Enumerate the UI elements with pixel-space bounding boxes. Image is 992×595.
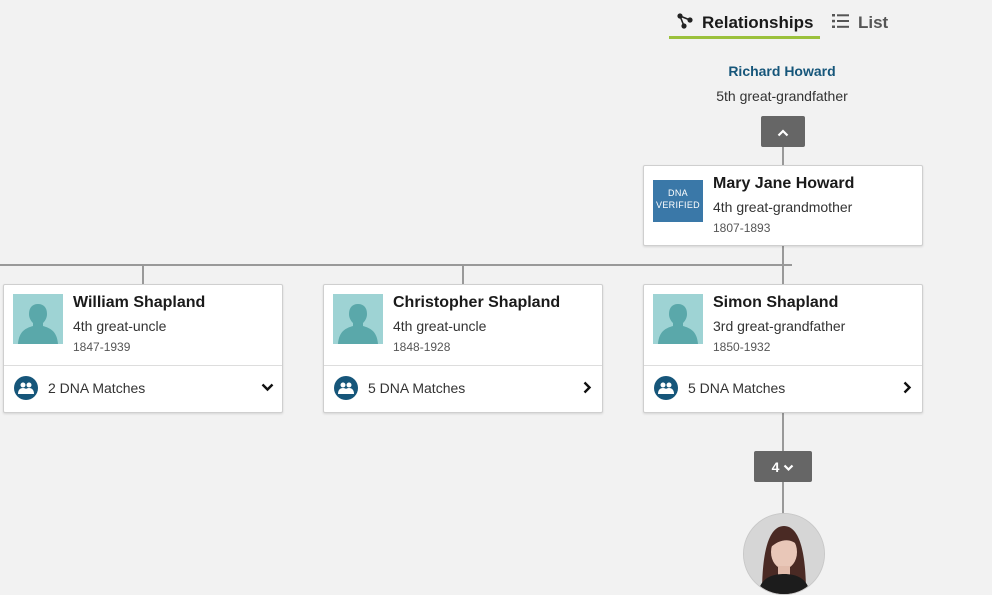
dna-matches-label: 5 DNA Matches [368,380,466,396]
silhouette-photo-icon [653,294,703,344]
person-name: Christopher Shapland [393,294,561,311]
person-card-mary-jane-howard[interactable]: DNA VERIFIED Mary Jane Howard 4th great-… [643,165,923,246]
active-tab-indicator [669,36,820,39]
home-person-avatar[interactable] [743,513,825,595]
ancestor-relationship: 5th great-grandfather [716,88,848,104]
dna-verified-badge: DNA VERIFIED [653,180,703,222]
tab-list[interactable]: List [832,8,888,38]
person-relationship: 4th great-grandmother [713,199,853,215]
person-relationship: 4th great-uncle [73,318,167,334]
connector-line [0,264,792,266]
card-main[interactable]: Christopher Shapland 4th great-uncle 184… [324,285,602,365]
expand-generations-button[interactable]: 4 [754,451,812,482]
ancestor-name-link[interactable]: Richard Howard [682,63,882,79]
person-card-simon-shapland[interactable]: Simon Shapland 3rd great-grandfather 185… [643,284,923,413]
dna-badge-line1: DNA [668,188,688,198]
chevron-right-icon[interactable] [580,380,594,394]
person-dates: 1807-1893 [713,221,771,235]
person-card-christopher-shapland[interactable]: Christopher Shapland 4th great-uncle 184… [323,284,603,413]
person-relationship: 4th great-uncle [393,318,487,334]
person-dates: 1848-1928 [393,340,451,354]
list-icon [832,13,850,34]
card-main[interactable]: Simon Shapland 3rd great-grandfather 185… [644,285,922,365]
dna-matches-row[interactable]: 2 DNA Matches [4,365,282,412]
person-card-william-shapland[interactable]: William Shapland 4th great-uncle 1847-19… [3,284,283,413]
chevron-down-icon[interactable] [260,380,274,394]
relationships-icon [676,12,694,35]
dna-matches-row[interactable]: 5 DNA Matches [324,365,602,412]
tab-list-label: List [858,13,889,32]
person-relationship: 3rd great-grandfather [713,318,846,334]
person-dates: 1850-1932 [713,340,771,354]
dna-matches-icon [14,376,38,400]
connector-line [462,264,464,285]
silhouette-photo-icon [13,294,63,344]
chevron-up-icon [777,124,789,140]
generations-count: 4 [771,458,780,475]
tab-relationships[interactable]: Relationships [670,8,820,38]
dna-matches-icon [334,376,358,400]
dna-matches-label: 2 DNA Matches [48,380,146,396]
card-main[interactable]: William Shapland 4th great-uncle 1847-19… [4,285,282,365]
connector-line [782,412,784,452]
silhouette-photo-icon [333,294,383,344]
person-dates: 1847-1939 [73,340,131,354]
person-name: Mary Jane Howard [713,175,855,192]
chevron-down-icon [783,459,794,475]
person-name: William Shapland [73,294,206,311]
chevron-right-icon[interactable] [900,380,914,394]
dna-badge-line2: VERIFIED [656,200,700,210]
connector-line [142,264,144,285]
person-name: Simon Shapland [713,294,839,311]
expand-ancestors-button[interactable] [761,116,805,147]
connector-line [782,147,784,166]
connector-line [782,482,784,514]
tab-relationships-label: Relationships [702,13,814,32]
dna-matches-icon [654,376,678,400]
dna-matches-label: 5 DNA Matches [688,380,786,396]
dna-matches-row[interactable]: 5 DNA Matches [644,365,922,412]
